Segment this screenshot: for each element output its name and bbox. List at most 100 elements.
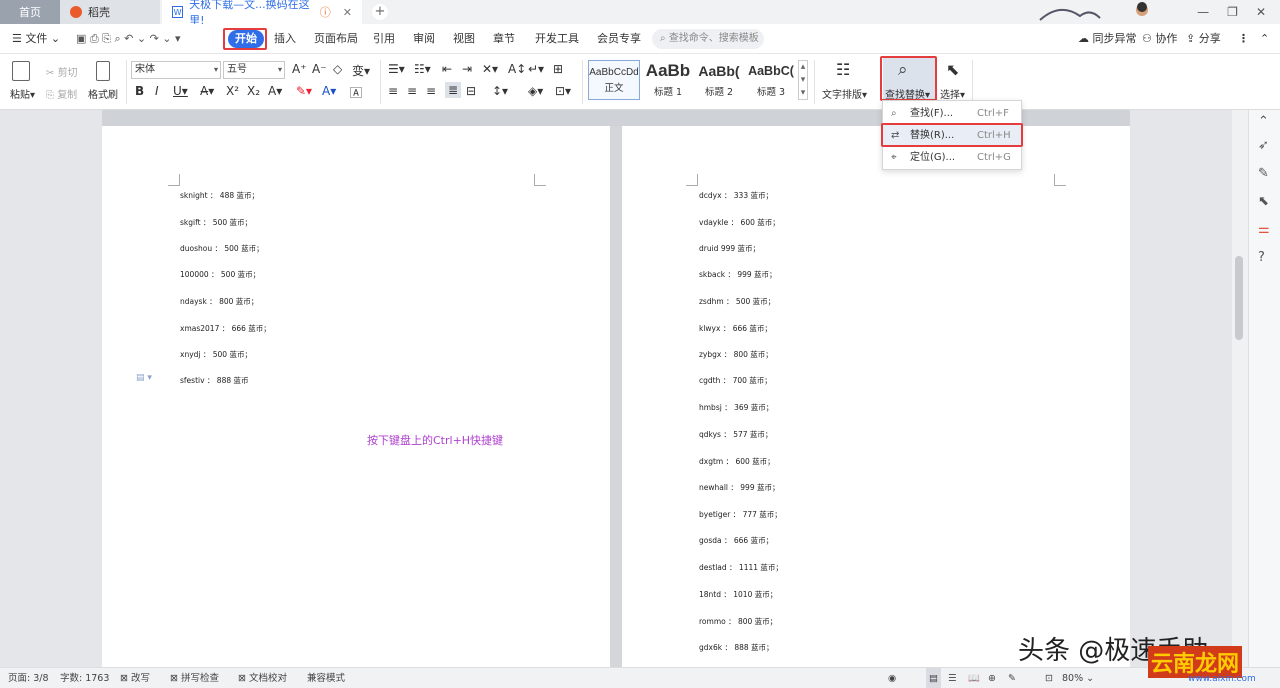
- sync-status-button[interactable]: ☁ 同步异常: [1078, 24, 1137, 54]
- quick-access-toolbar[interactable]: ▣ ⎙ ⎘ ⌕ ↶ ⌄ ↷ ⌄ ▾: [76, 24, 181, 54]
- tab-daoke[interactable]: 稻壳: [60, 0, 160, 24]
- tab-document[interactable]: W 天极下载—文...换码在这里! ⓘ ✕: [162, 0, 362, 27]
- strikethrough-icon[interactable]: A̶▾: [200, 84, 214, 98]
- window-controls: — ❐ ✕: [1197, 0, 1266, 24]
- paste-button[interactable]: 粘贴▾: [10, 86, 35, 101]
- page-view-icon[interactable]: ▤: [926, 668, 941, 688]
- file-menu[interactable]: ☰ 文件 ⌄: [12, 24, 60, 54]
- scrollbar-thumb[interactable]: [1235, 256, 1243, 340]
- copy-button[interactable]: ⎘ 复制: [46, 86, 77, 101]
- align-left-icon[interactable]: ≡: [388, 84, 398, 98]
- tab-page-layout[interactable]: 页面布局: [314, 24, 358, 54]
- line-spacing-icon[interactable]: ↕▾: [492, 84, 508, 98]
- paragraph-handle-icon[interactable]: ▤ ▾: [136, 373, 152, 383]
- web-view-icon[interactable]: ⊕: [988, 668, 996, 688]
- tab-home[interactable]: 首页: [0, 0, 60, 24]
- reading-view-icon[interactable]: 📖: [968, 668, 980, 688]
- shading-icon[interactable]: ◈▾: [528, 84, 543, 98]
- rocket-icon[interactable]: ➶: [1258, 138, 1269, 153]
- bullet-list-icon[interactable]: ☰▾: [388, 62, 405, 76]
- text-effect-icon[interactable]: A▾: [268, 84, 282, 98]
- text-layout-button[interactable]: 文字排版▾: [822, 86, 867, 101]
- show-marks-icon[interactable]: ↵▾: [528, 62, 544, 76]
- vertical-scrollbar[interactable]: [1232, 110, 1248, 667]
- close-window-icon[interactable]: ✕: [1256, 5, 1266, 19]
- overtype-toggle[interactable]: ⊠ 改写: [120, 668, 150, 688]
- adjust-icon[interactable]: ⚌: [1258, 222, 1270, 237]
- highlight-color-icon[interactable]: ✎▾: [296, 84, 312, 98]
- borders-icon[interactable]: ⊡▾: [555, 84, 571, 98]
- close-tab-icon[interactable]: ✕: [343, 6, 352, 19]
- tab-insert[interactable]: 插入: [274, 24, 296, 54]
- align-right-icon[interactable]: ≡: [426, 84, 436, 98]
- pointer-icon[interactable]: ⬉: [1258, 194, 1269, 209]
- font-name-select[interactable]: 宋体 ▾: [131, 61, 221, 79]
- decrease-indent-icon[interactable]: ⇤: [442, 62, 452, 76]
- character-border-icon[interactable]: 🄰: [350, 84, 362, 101]
- help-icon[interactable]: ?: [1258, 250, 1265, 265]
- tab-view[interactable]: 视图: [453, 24, 475, 54]
- underline-icon[interactable]: U▾: [173, 84, 188, 98]
- numbered-list-icon[interactable]: ☷▾: [414, 62, 431, 76]
- pen-icon[interactable]: ✎: [1258, 166, 1269, 181]
- write-view-icon[interactable]: ✎: [1008, 668, 1016, 688]
- cut-button[interactable]: ✂ 剪切: [46, 64, 78, 79]
- new-tab-icon[interactable]: +: [372, 4, 388, 20]
- tab-chapter[interactable]: 章节: [493, 24, 515, 54]
- menu-item-goto[interactable]: ⌖ 定位(G)... Ctrl+G: [883, 147, 1021, 169]
- page-right[interactable]: dcdyx ： 333 蓝币； vdaykle ： 600 蓝币； druid …: [622, 126, 1130, 686]
- tab-review[interactable]: 审阅: [413, 24, 435, 54]
- distribute-icon[interactable]: ⊟: [466, 84, 476, 98]
- chevron-up-icon[interactable]: ⌃: [1258, 114, 1269, 129]
- share-button[interactable]: ⇪ 分享: [1186, 24, 1221, 54]
- superscript-icon[interactable]: X²: [226, 84, 239, 98]
- format-painter-icon[interactable]: [96, 61, 110, 81]
- outline-view-icon[interactable]: ☰: [948, 668, 957, 688]
- subscript-icon[interactable]: X₂: [247, 84, 260, 98]
- minimize-icon[interactable]: —: [1197, 5, 1209, 19]
- eye-protect-icon[interactable]: ◉: [888, 668, 896, 688]
- select-cursor-icon[interactable]: ⬉: [946, 60, 959, 79]
- warning-icon[interactable]: ⓘ: [320, 4, 331, 20]
- tab-developer[interactable]: 开发工具: [535, 24, 579, 54]
- style-heading-2[interactable]: AaBb( 标题 2: [694, 60, 744, 100]
- clear-format-icon[interactable]: ◇: [333, 62, 342, 76]
- collaborate-button[interactable]: ⚇ 协作: [1142, 24, 1177, 54]
- style-heading-3[interactable]: AaBbC( 标题 3: [746, 60, 796, 100]
- font-shrink-icon[interactable]: A⁻: [312, 62, 327, 76]
- menu-item-find[interactable]: ⌕ 查找(F)... Ctrl+F: [883, 103, 1021, 125]
- paste-icon[interactable]: [12, 61, 30, 81]
- increase-indent-icon[interactable]: ⇥: [462, 62, 472, 76]
- tab-member[interactable]: 会员专享: [597, 24, 641, 54]
- word-count[interactable]: 字数: 1763: [60, 668, 109, 688]
- style-normal[interactable]: AaBbCcDd 正文: [588, 60, 640, 100]
- spell-check-toggle[interactable]: ⊠ 拼写检查: [170, 668, 219, 688]
- styles-expand-icon[interactable]: ▴ ▾ ▾: [798, 60, 808, 100]
- select-button[interactable]: 选择▾: [940, 86, 965, 101]
- chinese-layout-icon[interactable]: ✕▾: [482, 62, 498, 76]
- page-indicator[interactable]: 页面: 3/8: [8, 668, 49, 688]
- font-grow-icon[interactable]: A⁺: [292, 62, 307, 76]
- phonetic-guide-icon[interactable]: 变▾: [352, 62, 370, 79]
- page-left[interactable]: sknight ： 488 蓝币； skgift ： 500 蓝币； duosh…: [102, 126, 610, 686]
- font-size-select[interactable]: 五号 ▾: [223, 61, 285, 79]
- text-layout-icon[interactable]: ☷: [836, 60, 850, 79]
- table-icon[interactable]: ⊞: [553, 62, 563, 76]
- restore-icon[interactable]: ❐: [1227, 5, 1238, 19]
- format-painter-button[interactable]: 格式刷: [88, 86, 118, 101]
- style-heading-1[interactable]: AaBb 标题 1: [642, 60, 694, 100]
- align-center-icon[interactable]: ≡: [407, 84, 417, 98]
- command-search-input[interactable]: ⌕ 查找命令、搜索模板: [652, 29, 764, 49]
- font-color-icon[interactable]: A▾: [322, 84, 336, 98]
- tab-member-label: 会员专享: [597, 32, 641, 45]
- zoom-level[interactable]: 80% ⌄: [1062, 668, 1094, 688]
- fit-page-icon[interactable]: ⊡: [1045, 668, 1053, 688]
- tab-references[interactable]: 引用: [373, 24, 395, 54]
- more-options-icon[interactable]: ⋮: [1238, 24, 1249, 54]
- italic-icon[interactable]: I: [155, 84, 159, 98]
- bold-icon[interactable]: B: [135, 84, 144, 98]
- collapse-ribbon-icon[interactable]: ⌃: [1260, 24, 1269, 54]
- sort-icon[interactable]: A↕: [508, 62, 526, 76]
- justify-icon[interactable]: ≣: [445, 82, 462, 98]
- proofread-toggle[interactable]: ⊠ 文档校对: [238, 668, 287, 688]
